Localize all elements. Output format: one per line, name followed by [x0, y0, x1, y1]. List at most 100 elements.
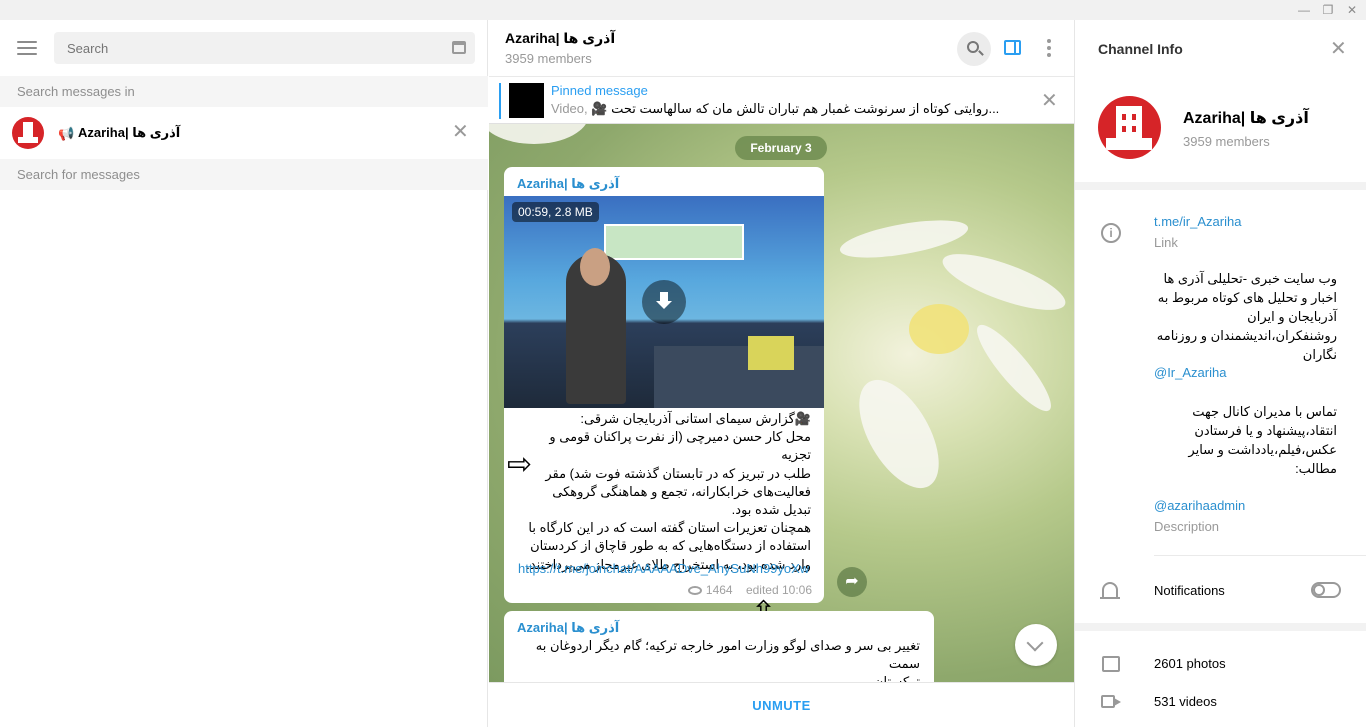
video-camera-icon: 🎥: [591, 101, 612, 116]
section-divider: [1154, 555, 1366, 556]
pinned-text: روایتی کوتاه از سرنوشت غمبار هم تباران ت…: [611, 101, 1000, 116]
bell-icon: [1100, 582, 1120, 599]
admin-handle[interactable]: @azarihaadmin: [1154, 498, 1245, 513]
message-text: 🎥گزارش سیمای استانی آذربایجان شرقی: محل …: [518, 410, 811, 574]
channel-link[interactable]: t.me/ir_Azariha: [1154, 214, 1241, 229]
minimize-button[interactable]: —: [1295, 2, 1313, 18]
search-input[interactable]: [54, 32, 434, 64]
background-petal: [967, 316, 1061, 420]
video-scene: [580, 248, 610, 286]
message-sender[interactable]: Azariha| آذری ها: [517, 620, 619, 636]
unmute-button[interactable]: UNMUTE: [489, 683, 1074, 727]
message-text: تغییر بی سر و صدای لوگو وزارت امور خارجه…: [517, 637, 920, 682]
section-divider: [1075, 623, 1366, 631]
photos-count[interactable]: 2601 photos: [1154, 656, 1226, 671]
message-line: ترکستان: [873, 674, 920, 682]
video-thumbnail[interactable]: 00:59, 2.8 MB: [504, 196, 824, 408]
restore-button[interactable]: ❐: [1319, 2, 1337, 18]
background-petal: [489, 124, 589, 144]
channel-info-panel: Channel Info ✕ Azariha| آذری ها 3959 mem…: [1074, 20, 1366, 727]
search-chat-filter[interactable]: 📢 Azariha| آذری ها ✕: [0, 107, 488, 159]
pinned-text-row: Video, 🎥 روایتی کوتاه از سرنوشت غمبار هم…: [551, 101, 1001, 117]
background-petal: [843, 367, 955, 501]
panel-title: Channel Info: [1098, 41, 1183, 57]
pinned-title: Pinned message: [551, 83, 648, 98]
chat-search-icon[interactable]: [957, 32, 991, 66]
message-line: 🎥گزارش سیمای استانی آذربایجان شرقی:: [580, 411, 811, 426]
description-line: نگاران: [1302, 347, 1337, 362]
message-line: محل کار حسن دمیرچی (از نفرت پراکنان قومی…: [549, 429, 811, 463]
message-meta: 1464 edited 10:06: [687, 583, 812, 597]
notifications-toggle[interactable]: [1311, 582, 1341, 598]
description-line: اخبار و تحلیل های کوتاه مربوط به: [1157, 290, 1337, 305]
message-sender[interactable]: Azariha| آذری ها: [517, 176, 619, 192]
background-flower-center: [909, 304, 969, 354]
description-line: روشنفکران،اندیشمندان و روزنامه: [1156, 328, 1337, 343]
more-options-icon[interactable]: [1047, 39, 1051, 60]
window-close-button[interactable]: ✕: [1343, 2, 1361, 18]
forward-icon[interactable]: ➦: [837, 567, 867, 597]
views-count: 1464: [705, 583, 733, 597]
edited-time: edited 10:06: [745, 583, 812, 597]
search-box[interactable]: [54, 32, 475, 64]
description-label: Description: [1154, 519, 1220, 534]
megaphone-icon: 📢: [58, 126, 75, 141]
video-icon: [1101, 695, 1121, 708]
link-label: Link: [1154, 235, 1178, 250]
date-separator: February 3: [735, 136, 827, 160]
channel-description: وب سایت خبری -تحلیلی آذری ها اخبار و تحل…: [1154, 269, 1337, 364]
bottom-bar: UNMUTE: [489, 682, 1074, 727]
video-scene: [748, 336, 794, 370]
pinned-message-bar[interactable]: Pinned message Video, 🎥 روایتی کوتاه از …: [489, 76, 1074, 124]
channel-avatar: [12, 117, 44, 149]
chevron-down-icon: [1026, 634, 1044, 652]
message-line: تبدیل شده بود.: [731, 502, 811, 518]
video-scene: [654, 346, 824, 408]
clear-filter-close-icon[interactable]: ✕: [452, 122, 469, 142]
window-titlebar: — ❐ ✕: [0, 0, 1366, 20]
channel-avatar-large[interactable]: [1098, 96, 1161, 159]
close-info-icon[interactable]: ✕: [1330, 39, 1347, 59]
views-eye-icon: [687, 586, 702, 595]
scroll-down-button[interactable]: [1015, 624, 1057, 666]
channel-members: 3959 members: [1183, 134, 1270, 149]
photo-icon: [1102, 656, 1120, 672]
notifications-label: Notifications: [1154, 583, 1225, 598]
pinned-prefix: Video,: [551, 101, 592, 116]
chat-background: February 3 Azariha| آذری ها 00:59, 2.8 M…: [489, 124, 1074, 682]
contact-description: تماس با مدیران کانال جهت انتقاد،پیشنهاد …: [1154, 402, 1337, 478]
calendar-icon[interactable]: [452, 41, 466, 54]
channel-handle[interactable]: @Ir_Azariha: [1154, 365, 1226, 380]
right-arrow-icon: ⇨: [507, 448, 533, 481]
sidebar-toggle-icon[interactable]: [1004, 40, 1021, 55]
download-icon[interactable]: [642, 280, 686, 324]
video-scene: [604, 224, 744, 260]
videos-count[interactable]: 531 videos: [1154, 694, 1217, 709]
description-line: مطالب:: [1295, 461, 1337, 476]
search-in-label: Search messages in: [0, 76, 488, 107]
message-bubble[interactable]: Azariha| آذری ها تغییر بی سر و صدای لوگو…: [504, 611, 934, 682]
menu-icon[interactable]: [17, 41, 37, 55]
message-bubble[interactable]: Azariha| آذری ها 00:59, 2.8 MB 🎥گزارش سی…: [504, 167, 824, 603]
message-line: طلب در تبریز که در تابستان گذشته فوت شد)…: [545, 465, 811, 481]
chat-header[interactable]: Azariha| آذری ها 3959 members: [489, 20, 1074, 76]
search-chat-name: Azariha| آذری ها: [78, 125, 181, 140]
chat-members: 3959 members: [505, 51, 592, 66]
invite-link[interactable]: https://t.me/joinchat/AAAAADve_AhySuNh99…: [518, 560, 812, 578]
description-line: عکس،فیلم،یادداشت و سایر: [1188, 442, 1337, 457]
section-divider: [1075, 182, 1366, 190]
description-line: انتقاد،پیشنهاد و یا فرستادن: [1194, 423, 1337, 438]
message-line: استفاده از دستگاه‌هایی که به طور قاچاق ا…: [530, 538, 811, 554]
pinned-accent-bar: [499, 83, 501, 119]
video-duration-size: 00:59, 2.8 MB: [512, 202, 599, 222]
chat-title: Azariha| آذری ها: [505, 30, 616, 46]
pinned-thumbnail: [509, 83, 544, 118]
info-icon: i: [1101, 223, 1121, 243]
unpin-close-icon[interactable]: ✕: [1041, 91, 1058, 111]
message-line: تغییر بی سر و صدای لوگو وزارت امور خارجه…: [535, 638, 920, 672]
description-line: تماس با مدیران کانال جهت: [1192, 404, 1337, 419]
description-line: آذربایجان و ایران: [1247, 309, 1337, 324]
left-panel: Search messages in 📢 Azariha| آذری ها ✕ …: [0, 20, 488, 727]
channel-name: Azariha| آذری ها: [1183, 110, 1309, 127]
message-line: همچنان تعزیرات استان گفته است که در این …: [528, 520, 811, 536]
